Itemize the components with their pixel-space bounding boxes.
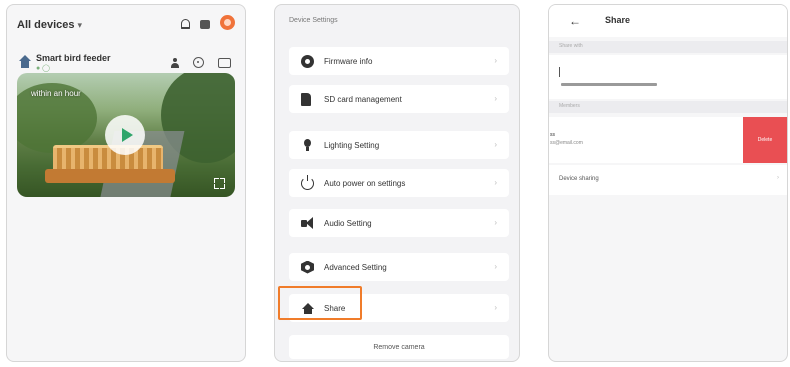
share-screen: ← Share Share with Members ss ss@email.c… [548,4,788,362]
person-icon[interactable] [171,57,179,68]
chevron-right-icon: › [777,175,779,181]
chevron-right-icon: › [494,56,497,65]
menu-advanced-setting[interactable]: Advanced Setting › [289,253,509,281]
menu-auto-power-on[interactable]: Auto power on settings › [289,169,509,197]
device-row[interactable]: Smart bird feeder ● ◯ [19,53,235,75]
menu-lighting-setting[interactable]: Lighting Setting › [289,131,509,159]
all-devices-dropdown[interactable]: All devices ▾ [17,19,82,31]
advanced-gear-icon [301,260,314,274]
device-list-header: All devices ▾ [17,15,235,33]
menu-audio-setting[interactable]: Audio Setting › [289,209,509,237]
back-arrow-icon[interactable]: ← [569,14,581,28]
section-label: Members [559,103,580,109]
menu-label: Firmware info [324,56,373,66]
playback-icon[interactable] [193,57,204,68]
home-icon [19,55,31,68]
bulb-icon [301,138,314,152]
all-devices-label: All devices [17,19,75,31]
camera-preview[interactable]: within an hour [17,73,235,197]
device-status: ● ◯ [36,65,51,72]
message-icon[interactable] [200,19,210,29]
device-sharing-label: Device sharing [559,176,599,182]
sd-card-icon [301,92,311,106]
menu-label: Audio Setting [324,218,372,228]
gear-icon [301,54,314,68]
chevron-right-icon: › [494,178,497,187]
menu-label: Lighting Setting [324,140,380,150]
share-with-section: Share with [549,41,787,53]
bell-icon[interactable] [181,18,190,29]
message-box-icon[interactable] [218,57,231,68]
preview-time-label: within an hour [31,89,81,98]
input-underline [561,83,657,86]
menu-label: SD card management [324,94,402,104]
share-highlight-box [278,286,362,320]
user-name: ss [550,132,555,138]
chevron-down-icon: ▾ [77,20,83,30]
chevron-right-icon: › [494,140,497,149]
settings-header: Device Settings [289,17,338,24]
chevron-right-icon: › [494,303,497,312]
delete-button[interactable]: Delete [743,117,787,163]
settings-gear-icon[interactable] [220,15,235,30]
speaker-icon [301,216,314,230]
menu-label: Auto power on settings [324,178,406,188]
page-title: Share [605,15,631,25]
share-title-bar: ← Share [549,5,787,37]
section-label: Share with [559,43,583,49]
power-icon [301,174,314,190]
device-name: Smart bird feeder [36,53,111,63]
fullscreen-icon[interactable] [214,178,225,189]
text-cursor [559,67,560,77]
device-list-screen: All devices ▾ Smart bird feeder ● ◯ withi… [6,4,246,362]
remove-camera-button[interactable]: Remove camera [289,335,509,359]
menu-label: Advanced Setting [324,262,387,272]
chevron-right-icon: › [494,262,497,271]
device-sharing-row[interactable]: Device sharing › [549,165,787,195]
preview-deck [45,169,175,183]
menu-sd-card-management[interactable]: SD card management › [289,85,509,113]
user-account: ss@email.com [550,140,583,146]
account-input[interactable] [549,55,787,99]
chevron-right-icon: › [494,94,497,103]
menu-firmware-info[interactable]: Firmware info › [289,47,509,75]
play-button[interactable] [105,115,145,155]
members-section: Members [549,101,787,113]
chevron-right-icon: › [494,218,497,227]
